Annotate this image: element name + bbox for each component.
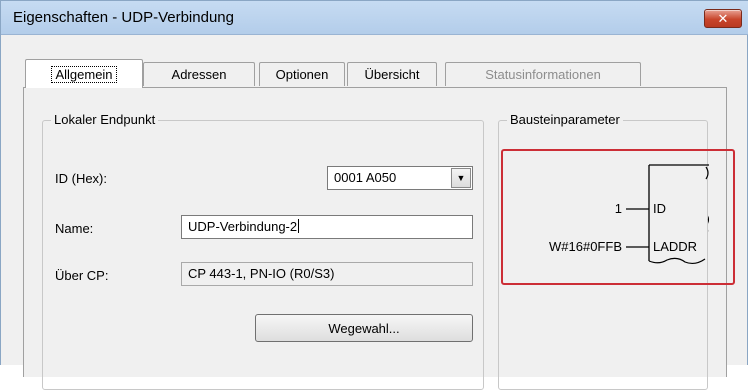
close-button[interactable]: ✕ xyxy=(704,9,742,28)
route-selection-button[interactable]: Wegewahl... xyxy=(255,314,473,342)
properties-dialog: Eigenschaften - UDP-Verbindung ✕ Allgeme… xyxy=(0,0,748,390)
id-label: ID (Hex): xyxy=(55,171,107,186)
name-label: Name: xyxy=(55,221,94,236)
text-caret xyxy=(298,219,300,233)
local-endpoint-group: Lokaler Endpunkt ID (Hex): 0001 A050 ▼ N… xyxy=(42,112,484,390)
tab-adressen[interactable]: Adressen xyxy=(143,62,255,86)
chevron-down-icon[interactable]: ▼ xyxy=(451,168,471,188)
id-combobox[interactable]: 0001 A050 ▼ xyxy=(327,166,473,190)
tab-allgemein[interactable]: Allgemein xyxy=(25,59,143,88)
name-field[interactable]: UDP-Verbindung-2 xyxy=(181,215,473,239)
id-value: 0001 A050 xyxy=(334,170,397,185)
tab-optionen[interactable]: Optionen xyxy=(259,62,345,86)
cp-field: CP 443-1, PN-IO (R0/S3) xyxy=(181,262,473,286)
local-endpoint-group-title: Lokaler Endpunkt xyxy=(51,112,159,127)
close-icon: ✕ xyxy=(717,10,729,26)
highlight-box xyxy=(501,149,735,285)
tab-statusinformationen: Statusinformationen xyxy=(445,62,641,86)
tab-uebersicht[interactable]: Übersicht xyxy=(347,62,437,86)
cp-label: Über CP: xyxy=(55,268,109,283)
title-bar: Eigenschaften - UDP-Verbindung ✕ xyxy=(1,1,748,35)
window-title: Eigenschaften - UDP-Verbindung xyxy=(13,9,234,26)
